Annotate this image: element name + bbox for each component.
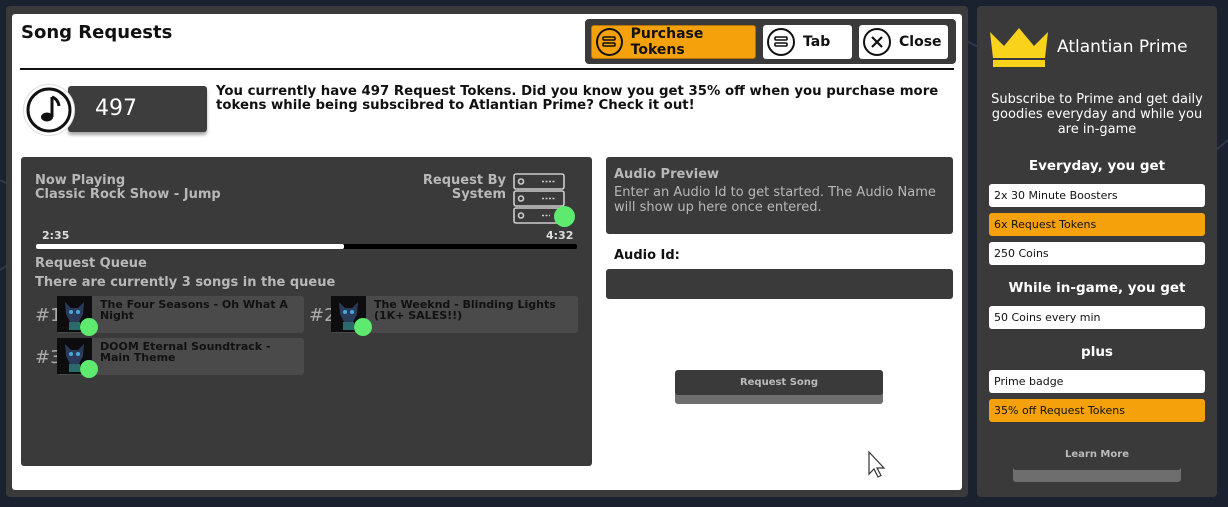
online-indicator <box>354 318 372 336</box>
audio-preview-hint: Enter an Audio Id to get started. The Au… <box>614 185 936 215</box>
queue-song-title: The Weeknd - Blinding Lights (1K+ SALES!… <box>374 298 556 322</box>
token-message: You currently have 497 Request Tokens. D… <box>216 84 939 113</box>
audio-id-label: Audio Id: <box>614 248 680 263</box>
token-count: 497 <box>95 96 137 121</box>
perk-item: 35% off Request Tokens <box>989 399 1205 422</box>
coin-stack-icon <box>596 28 623 56</box>
requester-online-indicator <box>554 206 575 227</box>
queue-song-title: DOOM Eternal Soundtrack - Main Theme <box>100 340 271 364</box>
song-progress-bar <box>36 244 577 249</box>
ingame-heading: While in-game, you get <box>1008 280 1186 296</box>
online-indicator <box>80 318 98 336</box>
window-title: Song Requests <box>21 22 173 43</box>
tab-label: Tab <box>803 34 831 50</box>
plus-heading: plus <box>1081 344 1113 360</box>
close-button[interactable]: Close <box>859 25 948 59</box>
prime-title: Atlantian Prime <box>1057 37 1188 57</box>
now-playing-song: Classic Rock Show - Jump <box>35 187 221 202</box>
perk-item: 6x Request Tokens <box>989 213 1205 236</box>
request-by-label: Request By <box>422 173 506 188</box>
close-icon <box>863 28 891 56</box>
queue-heading: Request Queue <box>35 256 147 271</box>
request-song-button[interactable]: Request Song <box>675 370 883 395</box>
audio-id-input[interactable] <box>606 269 953 299</box>
perk-item: 250 Coins <box>989 242 1205 265</box>
now-playing-label: Now Playing <box>35 173 126 188</box>
total-duration: 4:32 <box>546 229 574 242</box>
token-balance-badge <box>68 86 207 132</box>
queue-song-title: The Four Seasons - Oh What A Night <box>100 298 288 322</box>
music-note-icon <box>23 84 75 136</box>
perk-item: Prime badge <box>989 370 1205 393</box>
perk-item: 50 Coins every min <box>989 306 1205 329</box>
elapsed-time: 2:35 <box>42 229 70 242</box>
online-indicator <box>80 360 98 378</box>
tab-icon <box>767 28 795 56</box>
prime-description: Subscribe to Prime and get daily goodies… <box>991 92 1203 137</box>
request-by-user: System <box>451 187 506 202</box>
everyday-heading: Everyday, you get <box>1028 158 1166 174</box>
mouse-cursor-icon <box>867 450 887 482</box>
song-progress-fill <box>36 244 345 249</box>
crown-icon <box>988 26 1050 74</box>
audio-preview-heading: Audio Preview <box>614 167 720 182</box>
perk-item: 2x 30 Minute Boosters <box>989 184 1205 207</box>
purchase-tokens-label: Purchase Tokens <box>630 26 704 58</box>
tab-button[interactable]: Tab <box>763 25 852 59</box>
purchase-tokens-button[interactable]: Purchase Tokens <box>591 25 756 59</box>
learn-more-button[interactable]: Learn More <box>1013 439 1181 470</box>
queue-status: There are currently 3 songs in the queue <box>35 275 336 290</box>
title-divider <box>20 68 954 70</box>
close-label: Close <box>899 34 942 50</box>
